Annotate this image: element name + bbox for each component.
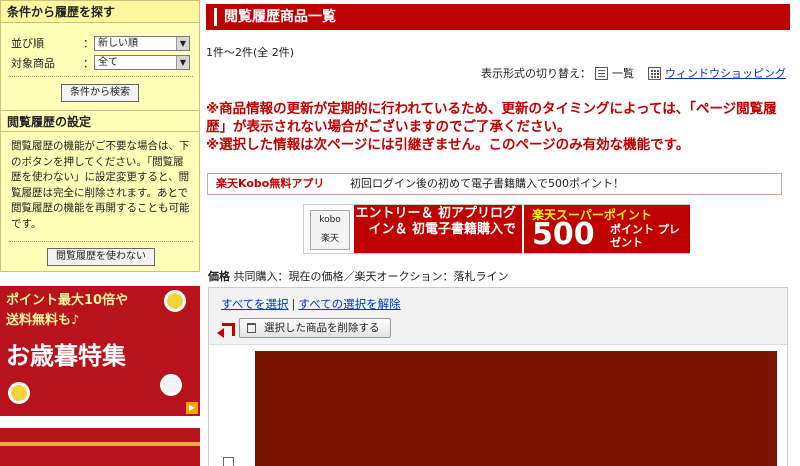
deselect-all-link[interactable]: すべての選択を解除 — [298, 297, 400, 311]
list-item — [209, 344, 787, 466]
sort-select[interactable]: 新しい順 ▼ — [94, 36, 190, 51]
points-present: ポイント プレゼント — [610, 223, 680, 249]
flower-icon — [164, 290, 186, 312]
history-settings-title: 閲覧履歴の設定 — [1, 110, 199, 132]
history-search-panel: 条件から履歴を探す 並び順 ： 新しい順 ▼ 対象商品 ： 全て ▼ 条件から検… — [0, 0, 200, 272]
list-view-label: 一覧 — [612, 67, 634, 80]
page-title-bar: 閲覧履歴商品一覧 — [206, 4, 790, 30]
promo-line1: ポイント最大10倍や — [6, 293, 129, 308]
search-button[interactable]: 条件から検索 — [61, 84, 139, 102]
kobo-banner-points: 楽天スーパーポイント 500 ポイント プレゼント — [522, 205, 690, 253]
view-switch-label: 表示形式の切り替え： — [481, 67, 591, 80]
view-switch: 表示形式の切り替え： 一覧 ウィンドウショッピング — [481, 65, 786, 81]
notice: ※商品情報の更新が定期的に行われているため、更新のタイミングによっては、「ページ… — [206, 100, 786, 154]
price-legend-text: 共同購入：現在の価格／楽天オークション：落札ライン — [233, 270, 509, 283]
points-number: 500 — [532, 217, 595, 252]
search-panel-title: 条件から履歴を探す — [1, 1, 199, 23]
target-select[interactable]: 全て ▼ — [94, 55, 190, 70]
kobo-logo: kobo 楽天 — [310, 210, 350, 250]
disable-history-button[interactable]: 閲覧履歴を使わない — [47, 248, 155, 266]
divider — [9, 241, 193, 242]
promo-banner-2[interactable] — [0, 428, 200, 466]
sort-select-value: 新しい順 — [98, 38, 138, 49]
select-links: すべてを選択 | すべての選択を解除 — [221, 297, 401, 311]
colon: ： — [83, 57, 94, 70]
kobo-text-banner[interactable]: 楽天Kobo無料アプリ 初回ログイン後の初めて電子書籍購入で500ポイント！ — [207, 173, 782, 195]
target-select-value: 全て — [98, 57, 118, 68]
kobo-banner-conditions: エントリー＆ 初アプリログイン＆ 初電子書籍購入で — [354, 205, 522, 253]
sidebar: 条件から履歴を探す 並び順 ： 新しい順 ▼ 対象商品 ： 全て ▼ 条件から検… — [0, 0, 200, 466]
promo-line2: 送料無料も♪ — [6, 313, 80, 328]
flower-icon — [160, 374, 182, 396]
delete-selected-button[interactable]: 選択した商品を削除する — [239, 318, 391, 338]
price-legend: 価格 共同購入：現在の価格／楽天オークション：落札ライン — [208, 268, 509, 284]
page-title: 閲覧履歴商品一覧 — [224, 9, 336, 25]
window-shopping-link[interactable]: ウィンドウショッピング — [665, 65, 786, 81]
item-image[interactable] — [255, 351, 777, 466]
notice-line1: ※商品情報の更新が定期的に行われているため、更新のタイミングによっては、「ページ… — [206, 101, 777, 135]
flower-icon — [8, 382, 30, 404]
price-key: 価格 — [208, 270, 230, 283]
target-label: 対象商品 — [11, 57, 55, 70]
rakuten-logo-text: 楽天 — [320, 234, 339, 244]
item-list-panel: すべてを選択 | すべての選択を解除 選択した商品を削除する — [208, 287, 788, 466]
select-all-link[interactable]: すべてを選択 — [221, 297, 289, 311]
promo-headline: お歳暮特集 — [6, 341, 126, 370]
window-view-icon[interactable] — [648, 66, 661, 80]
delete-selected-label: 選択した商品を削除する — [264, 322, 380, 334]
return-arrow-icon — [217, 320, 235, 338]
history-settings-description: 閲覧履歴の機能がご不要な場合は、下のボタンを押してください。「閲覧履歴を使わない… — [11, 140, 190, 230]
chevron-down-icon: ▼ — [176, 56, 189, 69]
chevron-down-icon: ▼ — [176, 37, 189, 50]
delete-row: 選択した商品を削除する — [217, 318, 391, 338]
kobo-app-label: 楽天Kobo無料アプリ — [216, 177, 325, 190]
kobo-offer-text: 初回ログイン後の初めて電子書籍購入で500ポイント！ — [350, 177, 624, 190]
divider — [9, 76, 193, 77]
result-count: 1件～2件(全 2件) — [206, 46, 295, 59]
kobo-image-banner[interactable]: kobo 楽天 エントリー＆ 初アプリログイン＆ 初電子書籍購入で 楽天スーパー… — [303, 204, 690, 254]
sort-label: 並び順 — [11, 37, 44, 50]
notice-line2: ※選択した情報は次ページには引継ぎません。このページのみ有効な機能です。 — [206, 137, 690, 153]
arrow-right-icon: ▶ — [186, 402, 198, 414]
title-accent — [214, 8, 217, 26]
list-view-icon[interactable] — [595, 66, 608, 80]
trash-icon — [247, 323, 256, 333]
colon: ： — [83, 37, 94, 50]
kobo-logo-text: kobo — [319, 215, 341, 225]
oseibo-promo-banner[interactable]: ポイント最大10倍や 送料無料も♪ お歳暮特集 ▶ — [0, 286, 200, 416]
item-checkbox[interactable] — [223, 457, 234, 466]
decorative-strip — [0, 442, 200, 446]
